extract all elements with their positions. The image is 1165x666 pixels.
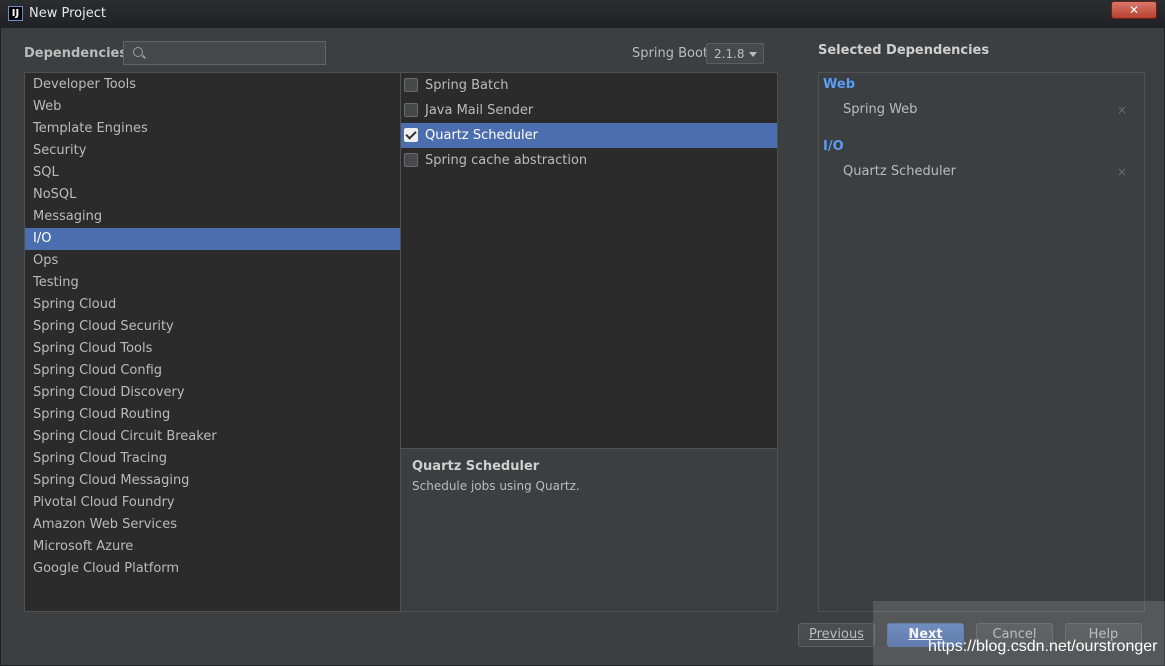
- selected-group-header: I/O: [823, 139, 844, 154]
- dependency-checkbox[interactable]: [404, 78, 418, 92]
- selected-dependencies-panel: Web Spring Web × I/O Quartz Scheduler ×: [818, 72, 1145, 612]
- category-item[interactable]: Spring Cloud Tracing: [25, 448, 400, 470]
- category-item[interactable]: Google Cloud Platform: [25, 558, 400, 580]
- category-item[interactable]: Spring Cloud: [25, 294, 400, 316]
- category-item[interactable]: Spring Cloud Tools: [25, 338, 400, 360]
- category-item[interactable]: Template Engines: [25, 118, 400, 140]
- category-item[interactable]: Spring Cloud Messaging: [25, 470, 400, 492]
- dependency-label: Spring cache abstraction: [425, 153, 588, 168]
- dependency-checkbox[interactable]: [404, 153, 418, 167]
- category-item[interactable]: Security: [25, 140, 400, 162]
- category-item[interactable]: Spring Cloud Circuit Breaker: [25, 426, 400, 448]
- spring-boot-version-dropdown[interactable]: 2.1.8: [706, 43, 764, 64]
- window-title: New Project: [29, 6, 106, 21]
- category-item[interactable]: Amazon Web Services: [25, 514, 400, 536]
- category-item[interactable]: Spring Cloud Security: [25, 316, 400, 338]
- selected-group-header: Web: [823, 77, 855, 92]
- category-item[interactable]: NoSQL: [25, 184, 400, 206]
- dependency-list: Spring Batch Java Mail Sender Quartz Sched…: [400, 72, 778, 449]
- spring-boot-version-value: 2.1.8: [714, 47, 745, 61]
- category-item[interactable]: SQL: [25, 162, 400, 184]
- category-item[interactable]: Spring Cloud Config: [25, 360, 400, 382]
- dependency-item[interactable]: Java Mail Sender: [401, 98, 777, 123]
- title-bar: IJ New Project ✕: [0, 0, 1165, 28]
- category-item[interactable]: Microsoft Azure: [25, 536, 400, 558]
- description-text: Schedule jobs using Quartz.: [412, 479, 580, 493]
- check-icon: [405, 128, 417, 140]
- previous-button-label: Previous: [809, 627, 864, 642]
- selected-dependency-item: Quartz Scheduler: [843, 164, 956, 179]
- dependency-description: Quartz Scheduler Schedule jobs using Qua…: [400, 448, 778, 612]
- category-item[interactable]: Spring Cloud Routing: [25, 404, 400, 426]
- dependencies-label: Dependencies: [24, 46, 128, 61]
- dependency-item[interactable]: Spring Batch: [401, 73, 777, 98]
- dependency-checkbox[interactable]: [404, 103, 418, 117]
- new-project-dialog: IJ New Project ✕ Dependencies Spring Boo…: [0, 0, 1165, 666]
- category-item[interactable]: Messaging: [25, 206, 400, 228]
- selected-dependency-item: Spring Web: [843, 102, 918, 117]
- category-item[interactable]: Ops: [25, 250, 400, 272]
- category-item[interactable]: Developer Tools: [25, 74, 400, 96]
- category-item[interactable]: Web: [25, 96, 400, 118]
- category-item[interactable]: Pivotal Cloud Foundry: [25, 492, 400, 514]
- watermark-text: https://blog.csdn.net/ourstronger: [928, 638, 1158, 655]
- category-item[interactable]: I/O: [25, 228, 400, 250]
- search-icon: [133, 47, 143, 57]
- intellij-app-icon: IJ: [8, 6, 23, 21]
- remove-dependency-icon[interactable]: ×: [1117, 165, 1127, 179]
- spring-boot-label: Spring Boot: [632, 46, 709, 61]
- description-title: Quartz Scheduler: [412, 459, 540, 474]
- dependency-item[interactable]: Spring cache abstraction: [401, 148, 777, 173]
- dependency-label: Java Mail Sender: [425, 103, 534, 118]
- watermark-overlay: [873, 601, 1165, 666]
- category-item[interactable]: Spring Cloud Discovery: [25, 382, 400, 404]
- category-list: Developer Tools Web Template Engines Securi…: [24, 72, 401, 612]
- close-window-button[interactable]: ✕: [1111, 1, 1157, 19]
- search-field[interactable]: [123, 41, 326, 65]
- category-item[interactable]: Testing: [25, 272, 400, 294]
- selected-dependencies-title: Selected Dependencies: [818, 43, 990, 58]
- chevron-down-icon: [749, 52, 757, 57]
- remove-dependency-icon[interactable]: ×: [1117, 103, 1127, 117]
- dependency-label: Spring Batch: [425, 78, 509, 93]
- dependency-label: Quartz Scheduler: [425, 128, 538, 143]
- dependency-checkbox[interactable]: [404, 128, 418, 142]
- search-input[interactable]: [150, 44, 324, 64]
- dependency-item[interactable]: Quartz Scheduler: [401, 123, 777, 148]
- previous-button[interactable]: Previous: [798, 623, 875, 647]
